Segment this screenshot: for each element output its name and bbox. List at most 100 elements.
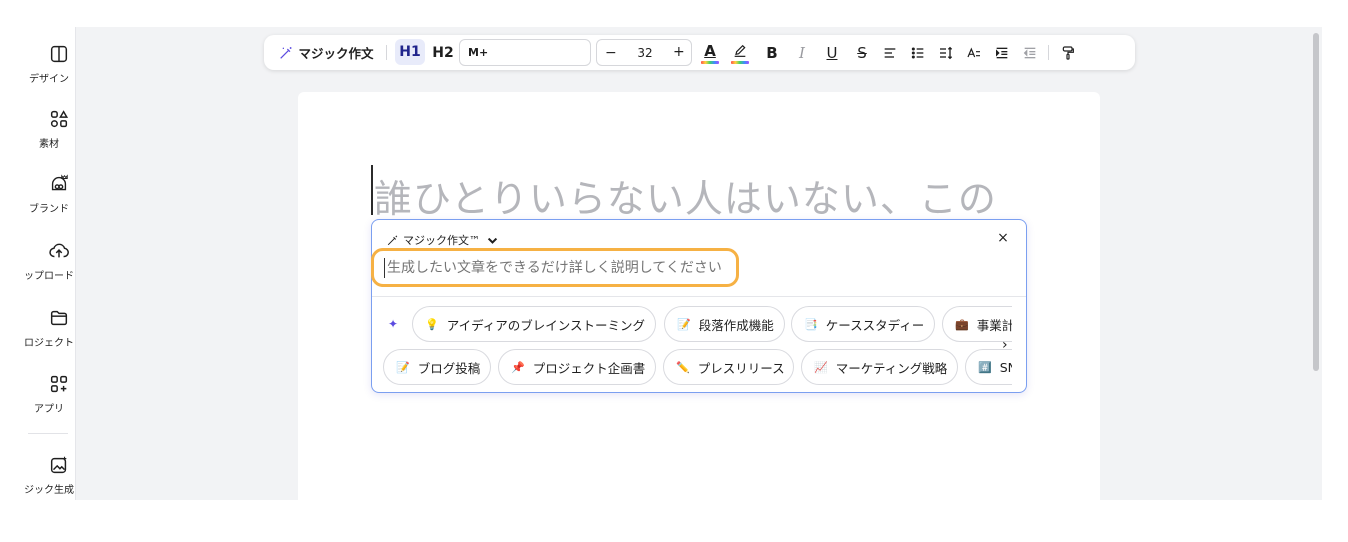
align-left-button[interactable] — [878, 35, 902, 70]
heading-1-button[interactable]: H1 — [395, 39, 425, 65]
indent-decrease-icon — [1023, 47, 1036, 58]
paint-roller-icon — [1062, 45, 1074, 60]
copy-style-button[interactable] — [1056, 35, 1080, 70]
toolbar-separator — [1048, 45, 1049, 60]
h2-label: H2 — [432, 44, 454, 61]
magic-wand-icon — [280, 46, 293, 59]
prompt-input[interactable] — [384, 258, 724, 278]
heading-text[interactable]: 誰ひとりいらない人はいない、この — [374, 168, 1094, 218]
editor-app: デザイン 素材 ブランド ップロード ロジェクト アプリ ジック生成 マジック作… — [22, 27, 1322, 500]
chip-label: ケーススタディー — [825, 317, 925, 333]
highlighter-icon — [734, 44, 746, 57]
chip-label: プレスリリース — [697, 360, 785, 376]
font-name: M+ — [468, 46, 489, 59]
strike-label: S — [857, 43, 867, 62]
align-left-icon — [884, 47, 896, 58]
panel-title: マジック作文™ — [403, 234, 480, 247]
chart-icon: 📈 — [814, 360, 828, 374]
sidebar-item-label: ジック生成 — [24, 485, 74, 496]
left-sidebar: デザイン 素材 ブランド ップロード ロジェクト アプリ ジック生成 — [22, 27, 76, 500]
brand-icon — [51, 174, 68, 191]
suggestion-chip-brainstorm[interactable]: 💡 アイディアのブレインストーミング — [412, 306, 656, 342]
close-button[interactable]: × — [994, 229, 1012, 247]
suggestion-row-1: 💡 アイディアのブレインストーミング 📝 段落作成機能 📑 ケーススタディー 💼 事業計 — [372, 306, 1012, 342]
sidebar-item-apps[interactable]: アプリ — [22, 373, 76, 423]
suggestion-chip-paragraph[interactable]: 📝 段落作成機能 — [664, 306, 785, 342]
sidebar-item-projects[interactable]: ロジェクト — [22, 307, 76, 357]
font-size-stepper: − 32 + — [596, 39, 692, 66]
sidebar-item-label: デザイン — [29, 74, 69, 85]
heading-2-button[interactable]: H2 — [429, 35, 457, 70]
magic-write-label: マジック作文 — [298, 46, 374, 61]
text-color-icon: A — [704, 41, 716, 60]
sidebar-item-label: アプリ — [34, 404, 64, 415]
suggestion-chip-proposal[interactable]: 📌 プロジェクト企画書 — [498, 349, 656, 385]
sidebar-divider — [28, 433, 68, 434]
indent-increase-icon — [996, 47, 1008, 58]
chevron-down-icon — [487, 237, 498, 244]
suggestion-chip-press-release[interactable]: ✏️ プレスリリース — [663, 349, 794, 385]
bullet-list-button[interactable] — [906, 35, 930, 70]
strikethrough-button[interactable]: S — [850, 35, 874, 70]
highlight-color-button[interactable] — [728, 35, 752, 70]
memo-icon: 📝 — [396, 360, 410, 374]
suggestion-chip-case-study[interactable]: 📑 ケーススタディー — [791, 306, 935, 342]
underline-label: U — [826, 43, 838, 62]
text-color-button[interactable]: A — [698, 35, 722, 70]
lightbulb-icon: 💡 — [425, 317, 439, 331]
suggestion-row-2: 📝 ブログ投稿 📌 プロジェクト企画書 ✏️ プレスリリース 📈 マーケティング戦略 #… — [372, 349, 1012, 385]
scrollbar-thumb[interactable] — [1313, 33, 1319, 371]
suggestion-chip-marketing[interactable]: 📈 マーケティング戦略 — [801, 349, 958, 385]
chip-label: SN — [999, 359, 1012, 375]
indent-decrease-button[interactable] — [1018, 35, 1042, 70]
letter-spacing-button[interactable] — [962, 35, 986, 70]
sidebar-item-elements[interactable]: 素材 — [22, 108, 76, 158]
sidebar-item-magic-media[interactable]: ジック生成 — [22, 454, 76, 500]
text-toolbar: マジック作文 H1 H2 M+ − 32 + A B I U S — [264, 35, 1135, 70]
memo-icon: 📝 — [677, 317, 691, 331]
indent-increase-button[interactable] — [990, 35, 1014, 70]
folder-icon — [50, 310, 68, 326]
briefcase-icon: 💼 — [955, 317, 969, 331]
hashtag-icon: #️⃣ — [978, 360, 992, 374]
layout-icon — [50, 45, 68, 63]
sidebar-item-label: ロジェクト — [24, 338, 74, 349]
text-cursor — [371, 165, 373, 215]
line-spacing-button[interactable] — [934, 35, 958, 70]
sidebar-item-label: ブランド — [29, 204, 69, 215]
chip-label: ブログ投稿 — [417, 360, 481, 376]
underline-button[interactable]: U — [820, 35, 844, 70]
suggestion-chip-sns[interactable]: #️⃣ SN — [965, 349, 1012, 385]
magic-wand-icon — [387, 235, 398, 245]
sidebar-item-label: 素材 — [39, 139, 59, 150]
magic-write-menu[interactable]: マジック作文™ — [386, 232, 503, 248]
suggestion-chip-blog[interactable]: 📝 ブログ投稿 — [383, 349, 491, 385]
italic-button[interactable]: I — [790, 35, 814, 70]
vertical-scrollbar[interactable] — [1310, 27, 1322, 500]
sidebar-item-label: ップロード — [24, 271, 74, 282]
chip-label: マーケティング戦略 — [835, 360, 948, 376]
sidebar-item-brand[interactable]: ブランド — [22, 173, 76, 223]
document-icon: 📑 — [804, 317, 818, 331]
font-size-increase-button[interactable]: + — [673, 44, 685, 60]
sidebar-item-design[interactable]: デザイン — [22, 43, 76, 93]
bold-button[interactable]: B — [760, 35, 784, 70]
italic-label: I — [799, 43, 805, 62]
sidebar-item-upload[interactable]: ップロード — [22, 240, 76, 290]
h1-label: H1 — [399, 44, 421, 60]
bullet-list-icon — [911, 46, 924, 59]
shapes-icon — [50, 110, 69, 128]
font-size-decrease-button[interactable]: − — [605, 45, 617, 61]
font-size-input[interactable]: 32 — [631, 46, 659, 60]
line-spacing-icon — [940, 46, 953, 59]
font-family-select[interactable]: M+ — [459, 39, 591, 66]
apps-icon — [50, 375, 68, 393]
prompt-highlight — [371, 248, 739, 287]
color-swatch-bar — [731, 61, 749, 64]
panel-divider — [372, 296, 1026, 297]
magic-write-button[interactable]: マジック作文 — [270, 35, 382, 70]
chip-label: 事業計 — [976, 317, 1012, 333]
magic-media-icon — [50, 456, 67, 474]
close-icon: × — [997, 230, 1009, 246]
chip-label: 段落作成機能 — [698, 317, 774, 333]
